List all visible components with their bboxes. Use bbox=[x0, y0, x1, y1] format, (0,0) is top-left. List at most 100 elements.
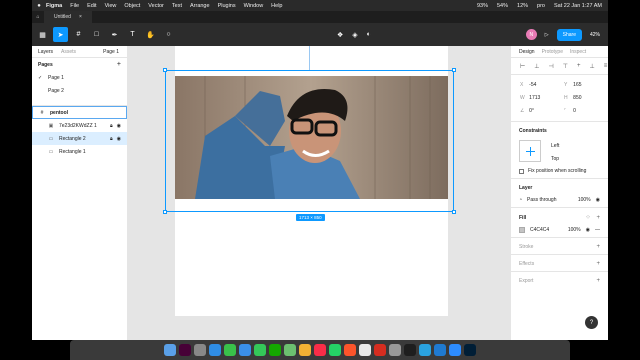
brave-icon[interactable] bbox=[344, 344, 356, 356]
upwork-icon[interactable] bbox=[269, 344, 281, 356]
finder-icon[interactable] bbox=[164, 344, 176, 356]
radius-input[interactable]: 0 bbox=[573, 108, 608, 114]
move-tool-icon[interactable]: ➤ bbox=[53, 27, 68, 42]
constraint-vertical-select[interactable]: Top bbox=[551, 156, 559, 162]
chrome-icon[interactable] bbox=[359, 344, 371, 356]
page-selector[interactable]: Page 1 bbox=[103, 49, 119, 55]
page-item-1[interactable]: ✓ Page 1 bbox=[32, 71, 127, 84]
shape-tool-icon[interactable]: □ bbox=[89, 27, 104, 42]
battery-status[interactable]: 93% bbox=[477, 3, 488, 9]
menu-help[interactable]: Help bbox=[271, 3, 282, 9]
maps-icon[interactable] bbox=[284, 344, 296, 356]
apple-icon[interactable]: ● bbox=[32, 3, 46, 9]
rotation-input[interactable]: 0° bbox=[529, 108, 564, 114]
blend-mode-select[interactable]: Pass through bbox=[527, 197, 556, 203]
photoshop-icon[interactable] bbox=[464, 344, 476, 356]
safari-icon[interactable] bbox=[209, 344, 221, 356]
eye-icon[interactable]: ◉ bbox=[596, 197, 600, 203]
music-icon[interactable] bbox=[314, 344, 326, 356]
avatar[interactable]: N bbox=[525, 29, 537, 40]
add-fill-icon[interactable]: + bbox=[596, 215, 600, 221]
remove-fill-icon[interactable]: — bbox=[595, 227, 600, 233]
text-tool-icon[interactable]: T bbox=[125, 27, 140, 42]
distribute-icon[interactable]: ≡ bbox=[604, 63, 608, 69]
tab-layers[interactable]: Layers bbox=[38, 49, 53, 55]
layer-image[interactable]: ▣ 7e23d2KWdZZ 1 🔒︎ ◉ bbox=[32, 119, 127, 132]
frame-tool-icon[interactable]: # bbox=[71, 27, 86, 42]
eye-icon[interactable]: ◉ bbox=[117, 123, 121, 129]
figma-icon[interactable] bbox=[404, 344, 416, 356]
whatsapp-icon[interactable] bbox=[329, 344, 341, 356]
add-export-icon[interactable]: + bbox=[596, 278, 600, 284]
vscode-icon[interactable] bbox=[434, 344, 446, 356]
adobe-xd-icon[interactable] bbox=[179, 344, 191, 356]
menu-view[interactable]: View bbox=[105, 3, 117, 9]
layer-frame[interactable]: # pentool bbox=[32, 106, 127, 119]
resize-handle[interactable] bbox=[452, 210, 456, 214]
align-top-icon[interactable]: ⊤ bbox=[563, 63, 568, 70]
launchpad-icon[interactable] bbox=[194, 344, 206, 356]
align-left-icon[interactable]: ⊢ bbox=[520, 63, 525, 70]
tab-assets[interactable]: Assets bbox=[61, 49, 76, 55]
contrast-icon[interactable]: ◐ bbox=[367, 31, 371, 39]
tab-design[interactable]: Design bbox=[519, 49, 535, 55]
hand-tool-icon[interactable]: ✋ bbox=[143, 27, 158, 42]
add-page-icon[interactable]: + bbox=[117, 61, 121, 68]
resize-handle[interactable] bbox=[163, 210, 167, 214]
add-effect-icon[interactable]: + bbox=[596, 261, 600, 267]
w-input[interactable]: 1713 bbox=[529, 95, 564, 101]
fill-swatch[interactable] bbox=[519, 227, 525, 233]
tab-inspect[interactable]: Inspect bbox=[570, 49, 586, 55]
constraint-horizontal-select[interactable]: Left bbox=[551, 143, 559, 149]
resize-handle[interactable] bbox=[163, 68, 167, 72]
lock-icon[interactable]: 🔒︎ bbox=[110, 136, 113, 142]
menu-window[interactable]: Window bbox=[244, 3, 264, 9]
mail-icon[interactable] bbox=[239, 344, 251, 356]
canvas[interactable]: 1713 × 850 bbox=[128, 46, 510, 340]
menu-edit[interactable]: Edit bbox=[87, 3, 96, 9]
fill-opacity-input[interactable]: 100% bbox=[568, 227, 581, 233]
share-button[interactable]: Share bbox=[556, 28, 582, 41]
page-item-2[interactable]: Page 2 bbox=[32, 84, 127, 97]
align-middle-icon[interactable]: + bbox=[577, 63, 581, 69]
y-input[interactable]: 165 bbox=[573, 82, 608, 88]
menu-vector[interactable]: Vector bbox=[148, 3, 164, 9]
vpn-icon[interactable] bbox=[374, 344, 386, 356]
x-input[interactable]: -54 bbox=[529, 82, 564, 88]
messages-icon[interactable] bbox=[224, 344, 236, 356]
align-center-h-icon[interactable]: ⊥ bbox=[534, 63, 539, 70]
selection-box[interactable] bbox=[163, 68, 456, 214]
h-input[interactable]: 850 bbox=[573, 95, 608, 101]
facetime-icon[interactable] bbox=[254, 344, 266, 356]
menu-figma[interactable]: Figma bbox=[46, 3, 62, 9]
menu-object[interactable]: Object bbox=[124, 3, 140, 9]
align-bottom-icon[interactable]: ⊥ bbox=[589, 63, 594, 70]
zoom-icon[interactable] bbox=[449, 344, 461, 356]
file-tab[interactable]: Untitled × bbox=[44, 11, 92, 23]
tab-prototype[interactable]: Prototype bbox=[542, 49, 563, 55]
cpu-status[interactable]: 54% bbox=[497, 3, 508, 9]
resize-handle[interactable] bbox=[452, 68, 456, 72]
mask-icon[interactable]: ◈ bbox=[352, 31, 357, 39]
play-icon[interactable]: ▷ bbox=[545, 32, 549, 38]
lock-icon[interactable]: 🔒︎ bbox=[110, 123, 113, 129]
layer-rectangle-1[interactable]: ▭ Rectangle 1 bbox=[32, 145, 127, 158]
layer-opacity-input[interactable]: 100% bbox=[578, 197, 591, 203]
screenshot-icon[interactable] bbox=[389, 344, 401, 356]
menu-file[interactable]: File bbox=[70, 3, 79, 9]
layer-rectangle-2[interactable]: ▭ Rectangle 2 🔒︎ ◉ bbox=[32, 132, 127, 145]
constraint-widget[interactable] bbox=[519, 140, 541, 162]
component-icon[interactable]: ❖ bbox=[337, 31, 343, 39]
comment-tool-icon[interactable]: ○ bbox=[161, 27, 176, 42]
close-icon[interactable]: × bbox=[79, 14, 82, 20]
menu-arrange[interactable]: Arrange bbox=[190, 3, 210, 9]
eye-icon[interactable]: ◉ bbox=[117, 136, 121, 142]
user-status[interactable]: pro bbox=[537, 3, 545, 9]
align-right-icon[interactable]: ⊣ bbox=[548, 63, 553, 70]
memory-status[interactable]: 12% bbox=[517, 3, 528, 9]
photos-icon[interactable] bbox=[299, 344, 311, 356]
style-grid-icon[interactable]: ⁘ bbox=[585, 214, 590, 221]
telegram-icon[interactable] bbox=[419, 344, 431, 356]
help-button[interactable]: ? bbox=[585, 316, 598, 329]
fix-position-checkbox[interactable] bbox=[519, 168, 524, 174]
